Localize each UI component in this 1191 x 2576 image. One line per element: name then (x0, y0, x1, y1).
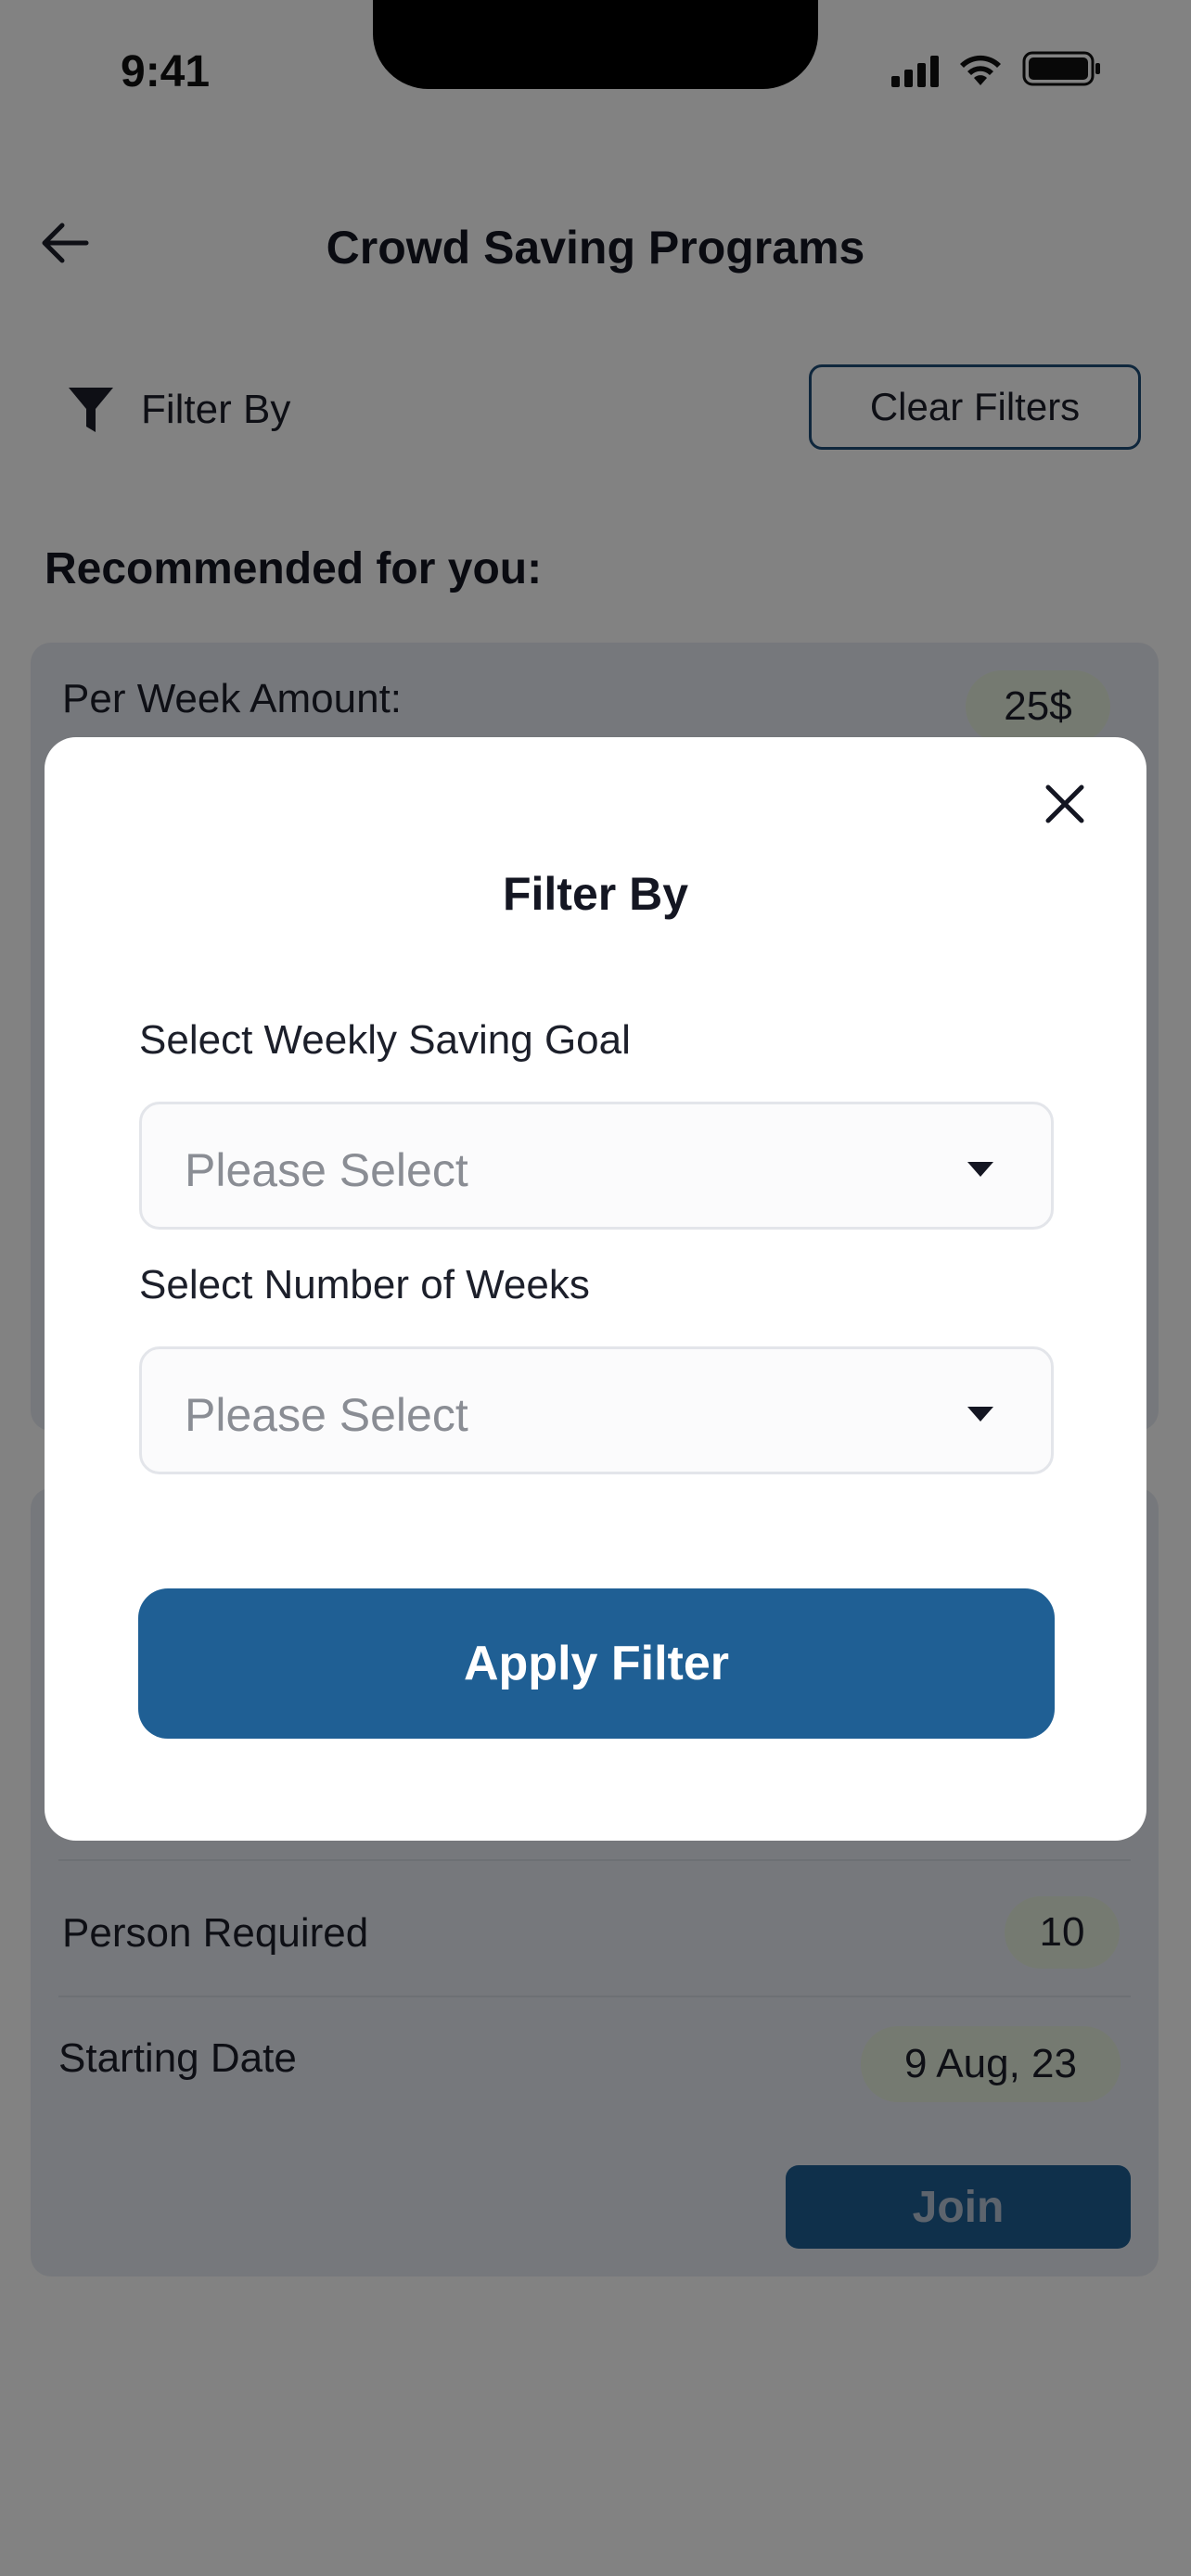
number-of-weeks-label: Select Number of Weeks (139, 1262, 590, 1307)
close-icon (1045, 784, 1084, 823)
weekly-saving-goal-select[interactable]: Please Select (139, 1102, 1054, 1230)
caret-down-icon (967, 1407, 993, 1422)
select-placeholder: Please Select (185, 1144, 468, 1196)
caret-down-icon (967, 1162, 993, 1177)
screen: 9:41 Crowd Saving Programs Filter By Cle… (0, 0, 1191, 2576)
weekly-saving-goal-label: Select Weekly Saving Goal (139, 1017, 631, 1063)
modal-title: Filter By (502, 868, 689, 920)
number-of-weeks-select[interactable]: Please Select (139, 1346, 1054, 1474)
filter-modal: Filter By Select Weekly Saving Goal Plea… (45, 737, 1146, 1841)
select-placeholder: Please Select (185, 1389, 468, 1441)
apply-filter-button[interactable]: Apply Filter (138, 1588, 1055, 1739)
close-button[interactable] (1035, 774, 1095, 834)
